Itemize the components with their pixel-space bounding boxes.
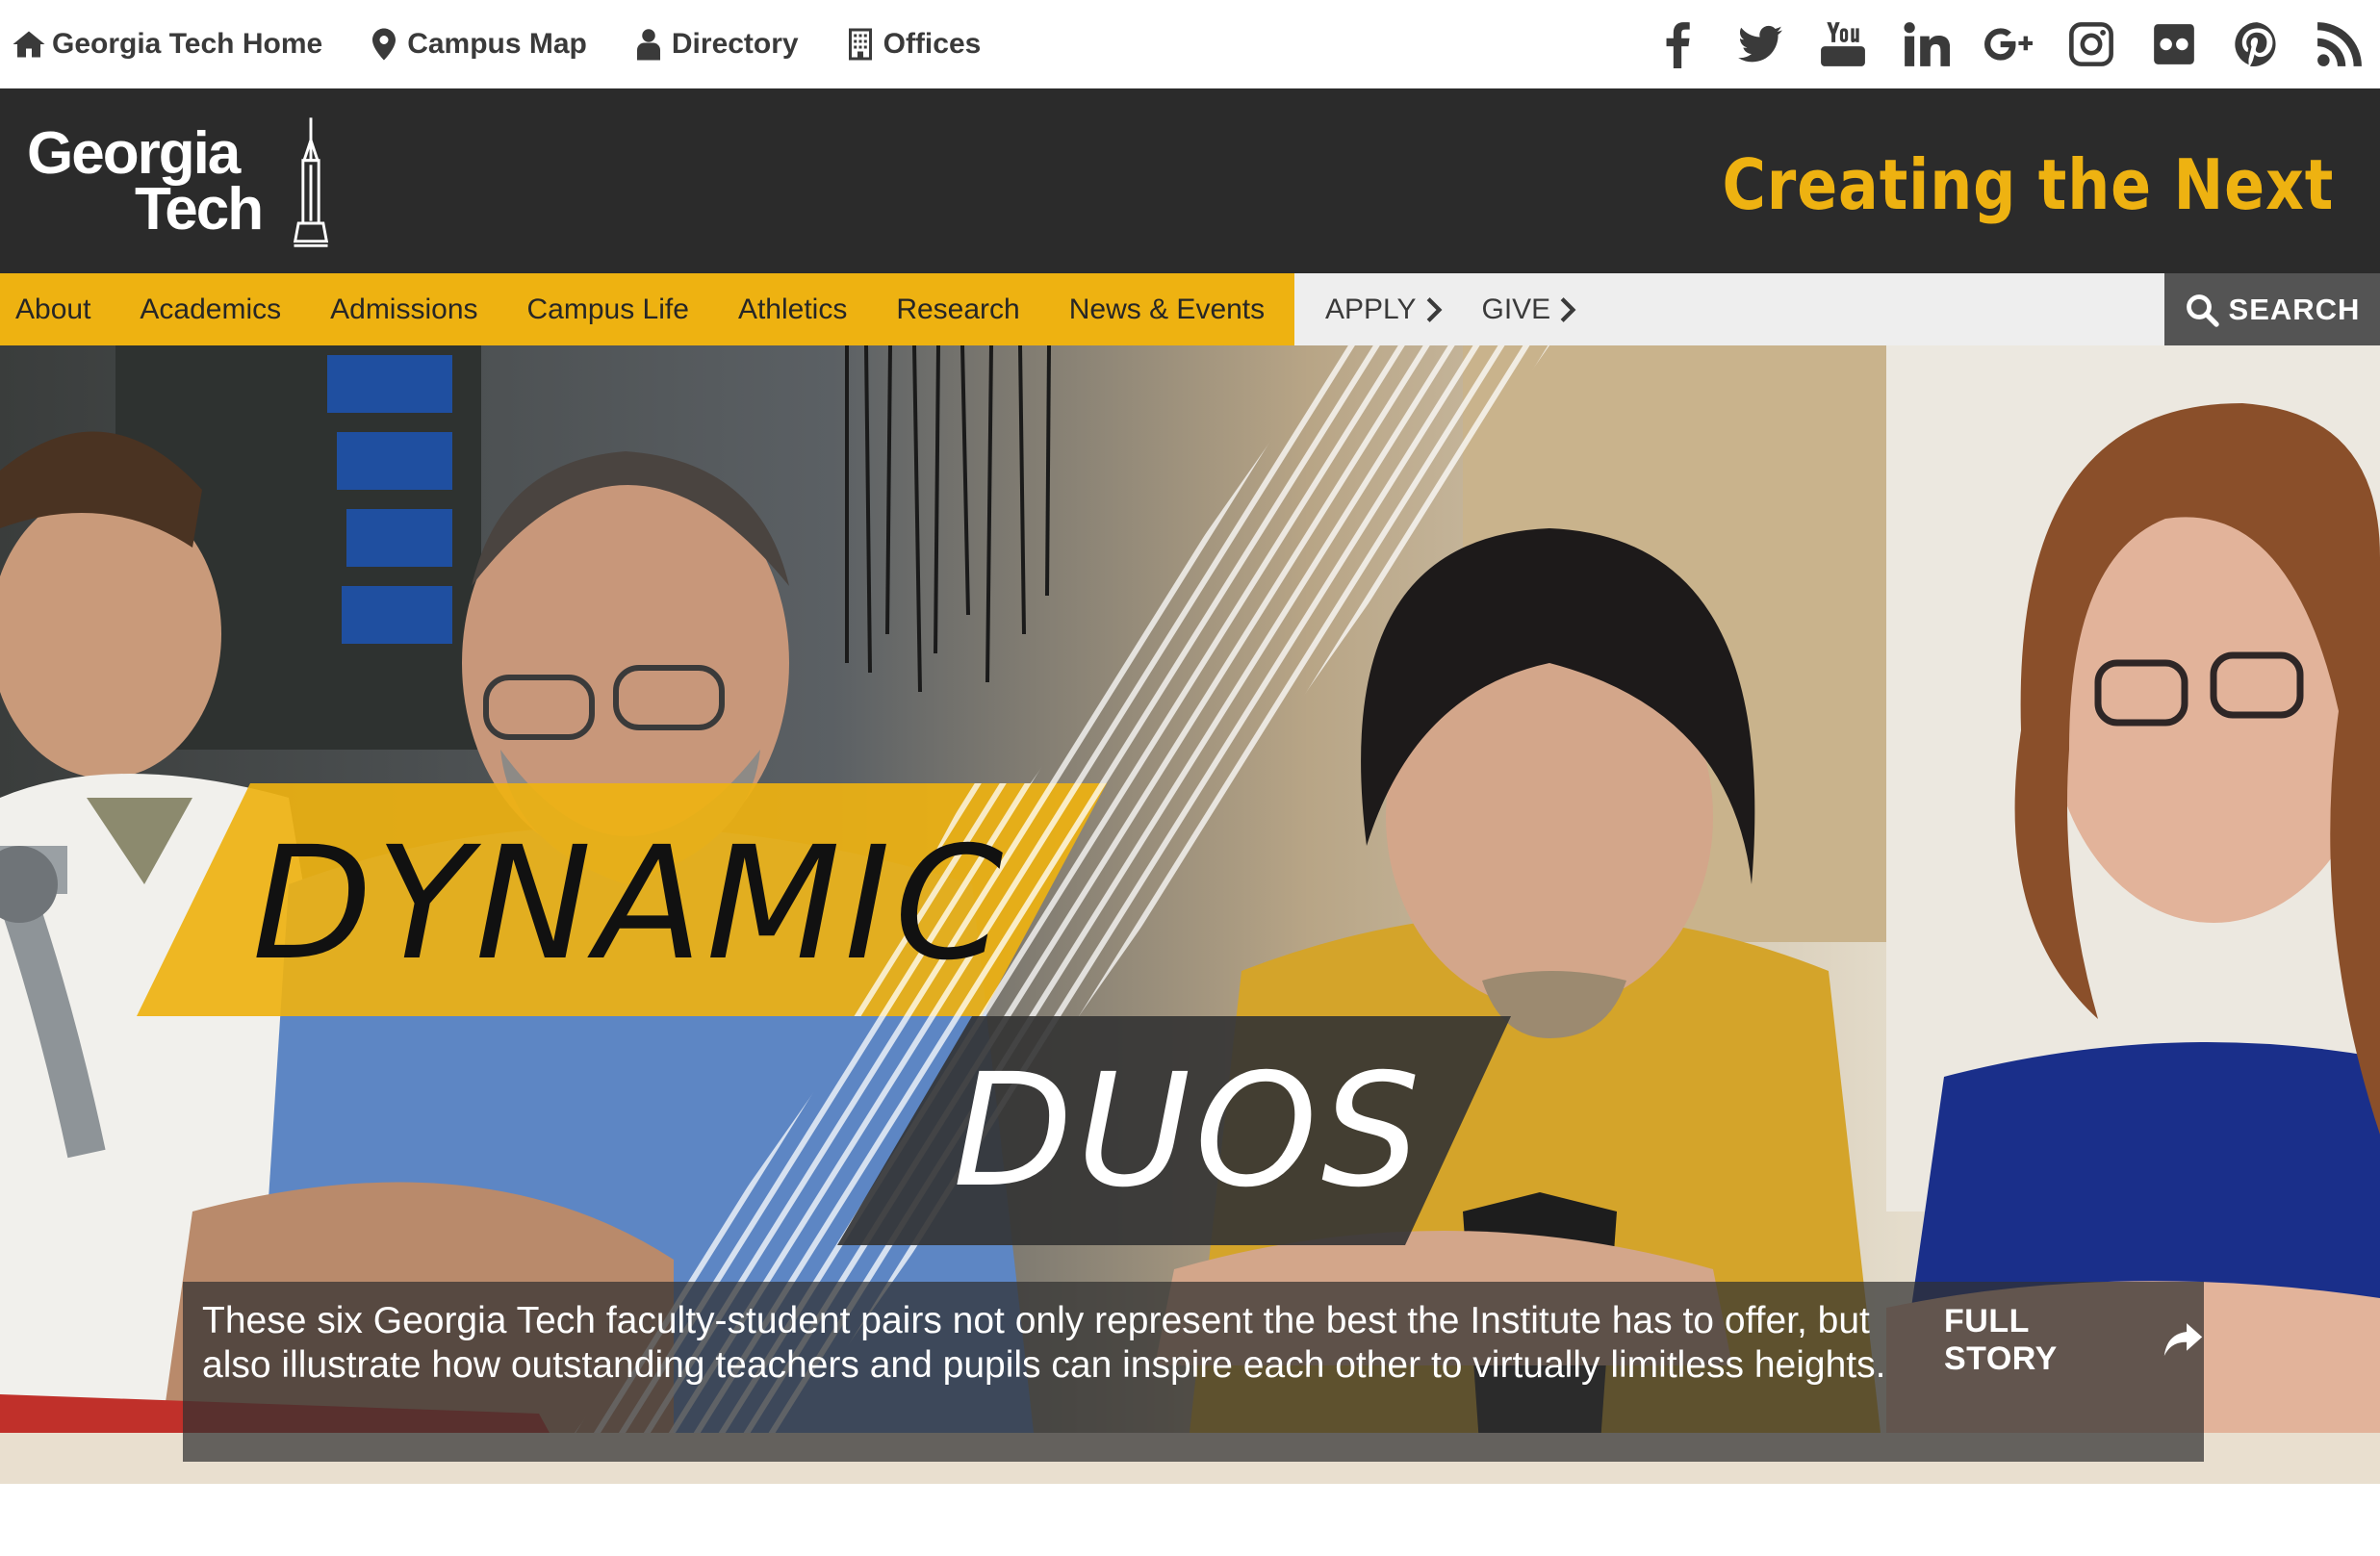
hero-headline-line-1: DYNAMIC [252,814,1008,995]
rss-icon [2317,21,2362,66]
chevron-right-icon [1560,296,1576,322]
full-story-link[interactable]: FULL STORY [1944,1303,2204,1378]
linkedin-link[interactable] [1899,17,1953,71]
hero-caption-text: These six Georgia Tech faculty-student p… [202,1300,1886,1386]
logo-line-2: Tech [135,176,264,242]
nav-item-news-events[interactable]: News & Events [1069,293,1265,326]
instagram-link[interactable] [2064,17,2118,71]
nav-item-about[interactable]: About [15,293,90,326]
utility-bar: Georgia Tech Home Campus Map Directory O… [0,0,2380,89]
nav-item-academics[interactable]: Academics [140,293,281,326]
google-plus-link[interactable] [1982,17,2035,71]
nav-item-campus-life[interactable]: Campus Life [527,293,689,326]
tagline: Creating the Next [1722,144,2334,225]
google-plus-icon [1984,27,2033,61]
give-label: GIVE [1481,293,1551,325]
primary-nav: About Academics Admissions Campus Life A… [0,273,1294,345]
secondary-nav: APPLY GIVE [1294,273,1616,345]
hero-caption-panel: These six Georgia Tech faculty-student p… [183,1282,2204,1462]
search-icon [2186,293,2219,327]
building-icon [848,28,872,60]
nav-item-admissions[interactable]: Admissions [330,293,477,326]
social-links [1622,0,2380,88]
apply-link[interactable]: APPLY [1325,293,1444,326]
hero-headline-line-2: DUOS [953,1041,1424,1222]
georgia-tech-home-link[interactable]: Georgia Tech Home [12,27,322,62]
facebook-link[interactable] [1651,17,1704,71]
georgia-tech-home-label: Georgia Tech Home [52,27,323,60]
utility-links: Georgia Tech Home Campus Map Directory O… [0,0,1025,88]
campus-map-link[interactable]: Campus Map [367,27,587,62]
main-nav: About Academics Admissions Campus Life A… [0,273,2380,345]
offices-link[interactable]: Offices [843,27,982,62]
flickr-icon [2154,23,2194,64]
hero-banner[interactable]: DYNAMIC DUOS These six Georgia Tech facu… [0,345,2380,1484]
georgia-tech-logo[interactable]: Georgia Tech [27,115,335,250]
search-label: SEARCH [2228,292,2361,326]
instagram-icon [2069,21,2113,66]
pinterest-link[interactable] [2230,17,2284,71]
youtube-link[interactable] [1816,17,1870,71]
full-story-label: FULL STORY [1944,1303,2058,1377]
give-link[interactable]: GIVE [1482,293,1578,326]
nav-item-athletics[interactable]: Athletics [738,293,847,326]
nav-item-research[interactable]: Research [896,293,1019,326]
flickr-link[interactable] [2147,17,2201,71]
facebook-icon [1666,21,1690,68]
campus-map-label: Campus Map [407,27,587,60]
linkedin-icon [1904,21,1950,66]
tech-tower-icon [293,117,329,247]
home-icon [13,31,45,57]
directory-link[interactable]: Directory [631,27,799,62]
twitter-icon [1738,25,1782,62]
brand-header: Georgia Tech Creating the Next [0,89,2380,273]
twitter-link[interactable] [1733,17,1787,71]
share-arrow-icon [2163,1323,2203,1357]
map-pin-icon [372,28,397,60]
search-button[interactable]: SEARCH [2164,273,2380,345]
rss-link[interactable] [2313,17,2367,71]
youtube-icon [1821,21,1865,66]
pinterest-icon [2235,21,2276,66]
person-icon [636,28,660,60]
offices-label: Offices [883,27,982,60]
chevron-right-icon [1426,296,1442,322]
directory-label: Directory [671,27,799,60]
apply-label: APPLY [1325,293,1417,325]
